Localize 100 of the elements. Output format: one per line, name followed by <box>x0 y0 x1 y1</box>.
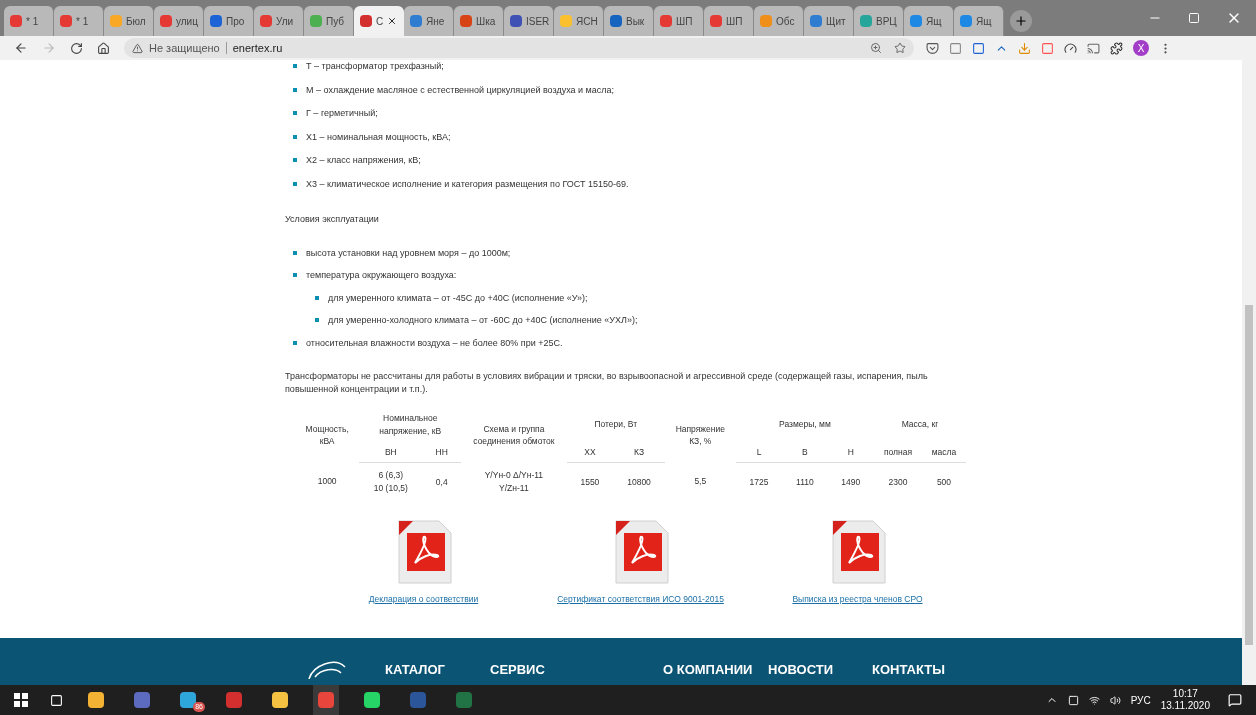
document-link[interactable]: Декларация о соответствии <box>368 592 479 606</box>
zoom-icon[interactable] <box>870 42 882 54</box>
footer-nav-link[interactable]: КОНТАКТЫ <box>872 659 982 679</box>
list-item: Х3 – климатическое исполнение и категория размещения по ГОСТ 15150-69. <box>306 177 629 191</box>
bullet-icon <box>315 295 319 300</box>
browser-tab[interactable]: Вык <box>604 6 654 36</box>
browser-tab[interactable]: * 1 <box>54 6 104 36</box>
browser-tab[interactable]: Про <box>204 6 254 36</box>
table-cell: Y/Yн-0 Δ/Yн-11 Y/Zн-11 <box>484 470 544 493</box>
list-item: Х1 – номинальная мощность, кВА; <box>306 130 451 144</box>
download-icon[interactable] <box>1018 41 1031 55</box>
column-subheader: НН <box>435 446 448 457</box>
back-icon[interactable] <box>14 41 28 55</box>
list-item: Х2 – класс напряжения, кВ; <box>306 154 421 167</box>
footer-nav-link[interactable]: НОВОСТИ <box>768 659 872 679</box>
address-bar[interactable]: Не защищено enertex.ru <box>124 38 914 58</box>
bullet-icon <box>293 340 297 345</box>
browser-tab[interactable]: * 1 <box>4 6 54 36</box>
table-cell: 0,4 <box>435 476 448 487</box>
profile-avatar[interactable]: X <box>1133 40 1149 56</box>
browser-tab[interactable]: улиц <box>154 6 204 36</box>
browser-tab[interactable]: Щит <box>804 6 854 36</box>
footer-nav-link[interactable]: О КОМПАНИИ <box>663 659 768 679</box>
bookmark-icon[interactable] <box>894 42 906 54</box>
table-cell: 1550 <box>580 476 600 487</box>
reload-icon[interactable] <box>70 41 83 55</box>
note-paragraph: Трансформаторы не рассчитаны для работы в условиях вибрации и тряски, во взрывоопасной и агрессивной среде (содержащей газы, испарения, пыль повышенной концентрации и т.п.). <box>285 370 929 396</box>
table-cell: 10800 <box>627 476 651 487</box>
document-link[interactable]: Выписка из реестра членов СРО <box>792 592 923 606</box>
table-cell: 1000 <box>317 476 337 487</box>
bullet-icon <box>293 111 297 115</box>
plus-icon <box>1014 14 1028 28</box>
column-subheader: полная <box>883 446 913 457</box>
bullet-icon <box>293 134 297 139</box>
footer-nav-link[interactable]: КАТАЛОГ <box>385 659 490 679</box>
browser-tab[interactable]: ISER <box>504 6 554 36</box>
list-item: для умеренно-холодного климата – от -60С до +40С (исполнение «УХЛ»); <box>328 314 638 327</box>
home-icon[interactable] <box>97 41 110 55</box>
column-subheader: масла <box>931 446 957 457</box>
clock-time: 10:17 <box>1172 688 1198 700</box>
column-header: Номинальное напряжение, кВ <box>379 413 442 436</box>
bullet-icon <box>293 181 297 186</box>
browser-tab[interactable]: Ящ <box>904 6 954 36</box>
table-cell: 5,5 <box>694 476 707 487</box>
document-link[interactable]: Сертификат соответствия ИСО 9001-2015 <box>557 592 724 606</box>
notifications-icon[interactable] <box>1228 693 1242 707</box>
browser-tab[interactable]: ВРЦ <box>854 6 904 36</box>
table-cell: 1110 <box>796 476 814 487</box>
list-item: температура окружающего воздуха: <box>306 269 457 282</box>
list-item: М – охлаждение масляное с естественной циркуляцией воздуха и масла; <box>306 83 615 97</box>
new-tab-button[interactable] <box>1010 10 1032 32</box>
column-subheader: КЗ <box>634 446 645 457</box>
clock-date: 13.11.2020 <box>1160 700 1210 712</box>
list-item: Г – герметичный; <box>306 107 378 120</box>
task-view-icon[interactable] <box>50 693 63 707</box>
security-label: Не защищено <box>149 40 220 56</box>
url-text: enertex.ru <box>232 40 283 56</box>
bullet-icon <box>293 87 297 92</box>
browser-tab[interactable]: Бюл <box>104 6 154 36</box>
list-item: Т – трансформатор трехфазный; <box>306 60 444 73</box>
column-header: Масса, кг <box>901 419 939 430</box>
language-indicator[interactable]: РУС <box>1130 692 1151 708</box>
column-header: Схема и группа соединения обмоток <box>473 423 555 447</box>
column-header: Размеры, мм <box>779 419 831 430</box>
bullet-icon <box>293 64 297 68</box>
bullet-icon <box>315 318 319 322</box>
column-header: Напряжение КЗ, % <box>675 423 725 447</box>
warning-icon <box>132 42 143 54</box>
table-cell: 500 <box>936 476 952 487</box>
browser-tab[interactable]: ШП <box>654 6 704 36</box>
browser-tab[interactable]: Обс <box>754 6 804 36</box>
column-header: Потери, Вт <box>594 419 638 430</box>
table-cell: 6 (6,3) 10 (10,5) <box>373 470 408 493</box>
list-item: для умеренного климата – от -45С до +40С (исполнение «У»); <box>328 291 588 305</box>
browser-tab[interactable]: С <box>354 6 404 36</box>
table-cell: 1490 <box>841 476 861 487</box>
cast-icon[interactable] <box>1087 41 1100 55</box>
browser-tab[interactable]: ШП <box>704 6 754 36</box>
column-header: Мощность, кВА <box>305 423 349 447</box>
start-icon[interactable] <box>14 693 28 707</box>
browser-tab[interactable]: Шка <box>454 6 504 36</box>
section-heading: Условия эксплуатации <box>285 213 380 226</box>
table-cell: 2300 <box>888 476 908 487</box>
puzzle-icon[interactable] <box>1110 41 1123 55</box>
maximize-icon[interactable] <box>1188 12 1200 24</box>
gauge-icon[interactable] <box>1064 41 1077 55</box>
browser-tab[interactable]: Ули <box>254 6 304 36</box>
footer-nav-link[interactable]: СЕРВИС <box>490 659 663 679</box>
pocket-icon[interactable] <box>926 41 939 55</box>
browser-tab[interactable]: Пуб <box>304 6 354 36</box>
bullet-icon <box>293 158 297 162</box>
bullet-icon <box>293 273 297 277</box>
browser-tab[interactable]: Ящ <box>954 6 1004 36</box>
network-icon[interactable] <box>1088 694 1100 706</box>
browser-tab[interactable]: Яне <box>404 6 454 36</box>
volume-icon[interactable] <box>1109 694 1121 706</box>
close-icon <box>387 16 398 26</box>
square-icon[interactable] <box>972 41 985 55</box>
browser-tab[interactable]: ЯСН <box>554 6 604 36</box>
list-item: относительная влажности воздуха – не более 80% при +25С. <box>306 336 563 350</box>
